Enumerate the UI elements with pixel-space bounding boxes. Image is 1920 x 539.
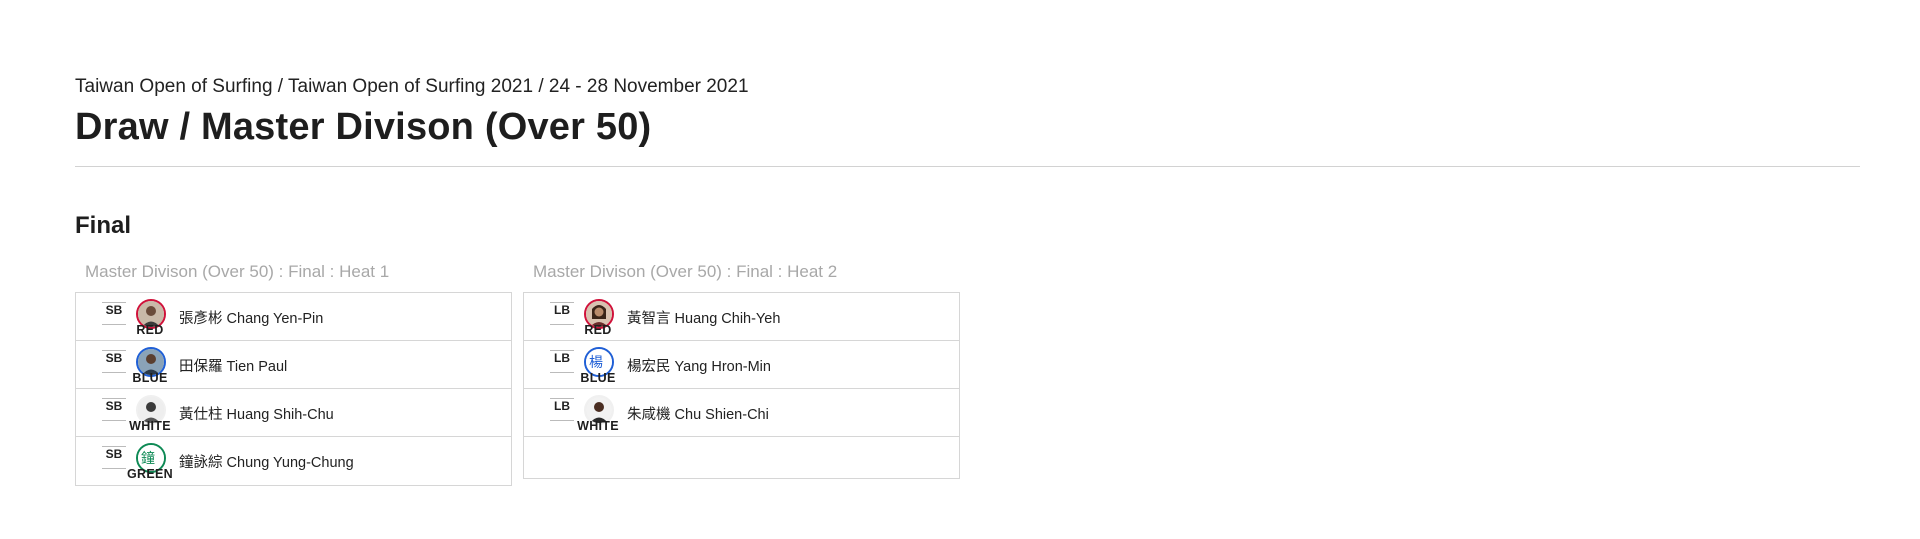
divider	[75, 166, 1860, 167]
board-badge: LB	[550, 350, 574, 373]
athlete-name[interactable]: 張彥彬 Chang Yen-Pin	[179, 307, 323, 328]
board-badge: SB	[102, 350, 126, 373]
athlete-name[interactable]: 黃智言 Huang Chih-Yeh	[627, 307, 780, 328]
jersey-label: WHITE	[577, 419, 619, 433]
page-title: Draw / Master Divison (Over 50)	[75, 106, 652, 148]
athlete-name[interactable]: 朱咸機 Chu Shien-Chi	[627, 403, 769, 424]
athlete-name[interactable]: 黃仕柱 Huang Shih-Chu	[179, 403, 334, 424]
heat-row[interactable]: SB RED 張彥彬 Chang Yen-Pin	[76, 293, 511, 341]
board-badge: LB	[550, 398, 574, 421]
heat-row[interactable]: SB 鐘 GREEN 鐘詠綜 Chung Yung-Chung	[76, 437, 511, 485]
athlete-name[interactable]: 田保羅 Tien Paul	[179, 355, 287, 376]
jersey-label: BLUE	[132, 371, 168, 385]
heat-row[interactable]: LB WHITE 朱咸機 Chu Shien-Chi	[524, 389, 959, 437]
heat-row-empty	[524, 437, 959, 478]
jersey-label: RED	[136, 323, 164, 337]
heat-row[interactable]: SB WHITE 黃仕柱 Huang Shih-Chu	[76, 389, 511, 437]
board-badge: SB	[102, 446, 126, 469]
heat-table: LB RED 黃智言 Huang Chih-Yeh LB 楊 BLUE 楊宏民 …	[523, 292, 960, 479]
heat-row[interactable]: LB 楊 BLUE 楊宏民 Yang Hron-Min	[524, 341, 959, 389]
avatar-initial: 楊	[589, 354, 603, 371]
heat-title[interactable]: Master Divison (Over 50) : Final : Heat …	[75, 262, 512, 292]
section-title-final: Final	[75, 212, 132, 239]
jersey-label: WHITE	[129, 419, 171, 433]
jersey-label: BLUE	[580, 371, 616, 385]
breadcrumb[interactable]: Taiwan Open of Surfing / Taiwan Open of …	[75, 76, 749, 98]
board-badge: SB	[102, 398, 126, 421]
jersey-label: GREEN	[127, 467, 173, 481]
athlete-name[interactable]: 楊宏民 Yang Hron-Min	[627, 355, 771, 376]
heat-1-card: Master Divison (Over 50) : Final : Heat …	[75, 262, 512, 486]
heat-2-card: Master Divison (Over 50) : Final : Heat …	[523, 262, 960, 479]
board-badge: SB	[102, 302, 126, 325]
heat-table: SB RED 張彥彬 Chang Yen-Pin SB BLUE 田保羅 Tie…	[75, 292, 512, 486]
heat-row[interactable]: SB BLUE 田保羅 Tien Paul	[76, 341, 511, 389]
athlete-name[interactable]: 鐘詠綜 Chung Yung-Chung	[179, 451, 354, 472]
avatar-initial: 鐘	[141, 450, 155, 467]
jersey-label: RED	[584, 323, 612, 337]
board-badge: LB	[550, 302, 574, 325]
heat-row[interactable]: LB RED 黃智言 Huang Chih-Yeh	[524, 293, 959, 341]
heat-title[interactable]: Master Divison (Over 50) : Final : Heat …	[523, 262, 960, 292]
